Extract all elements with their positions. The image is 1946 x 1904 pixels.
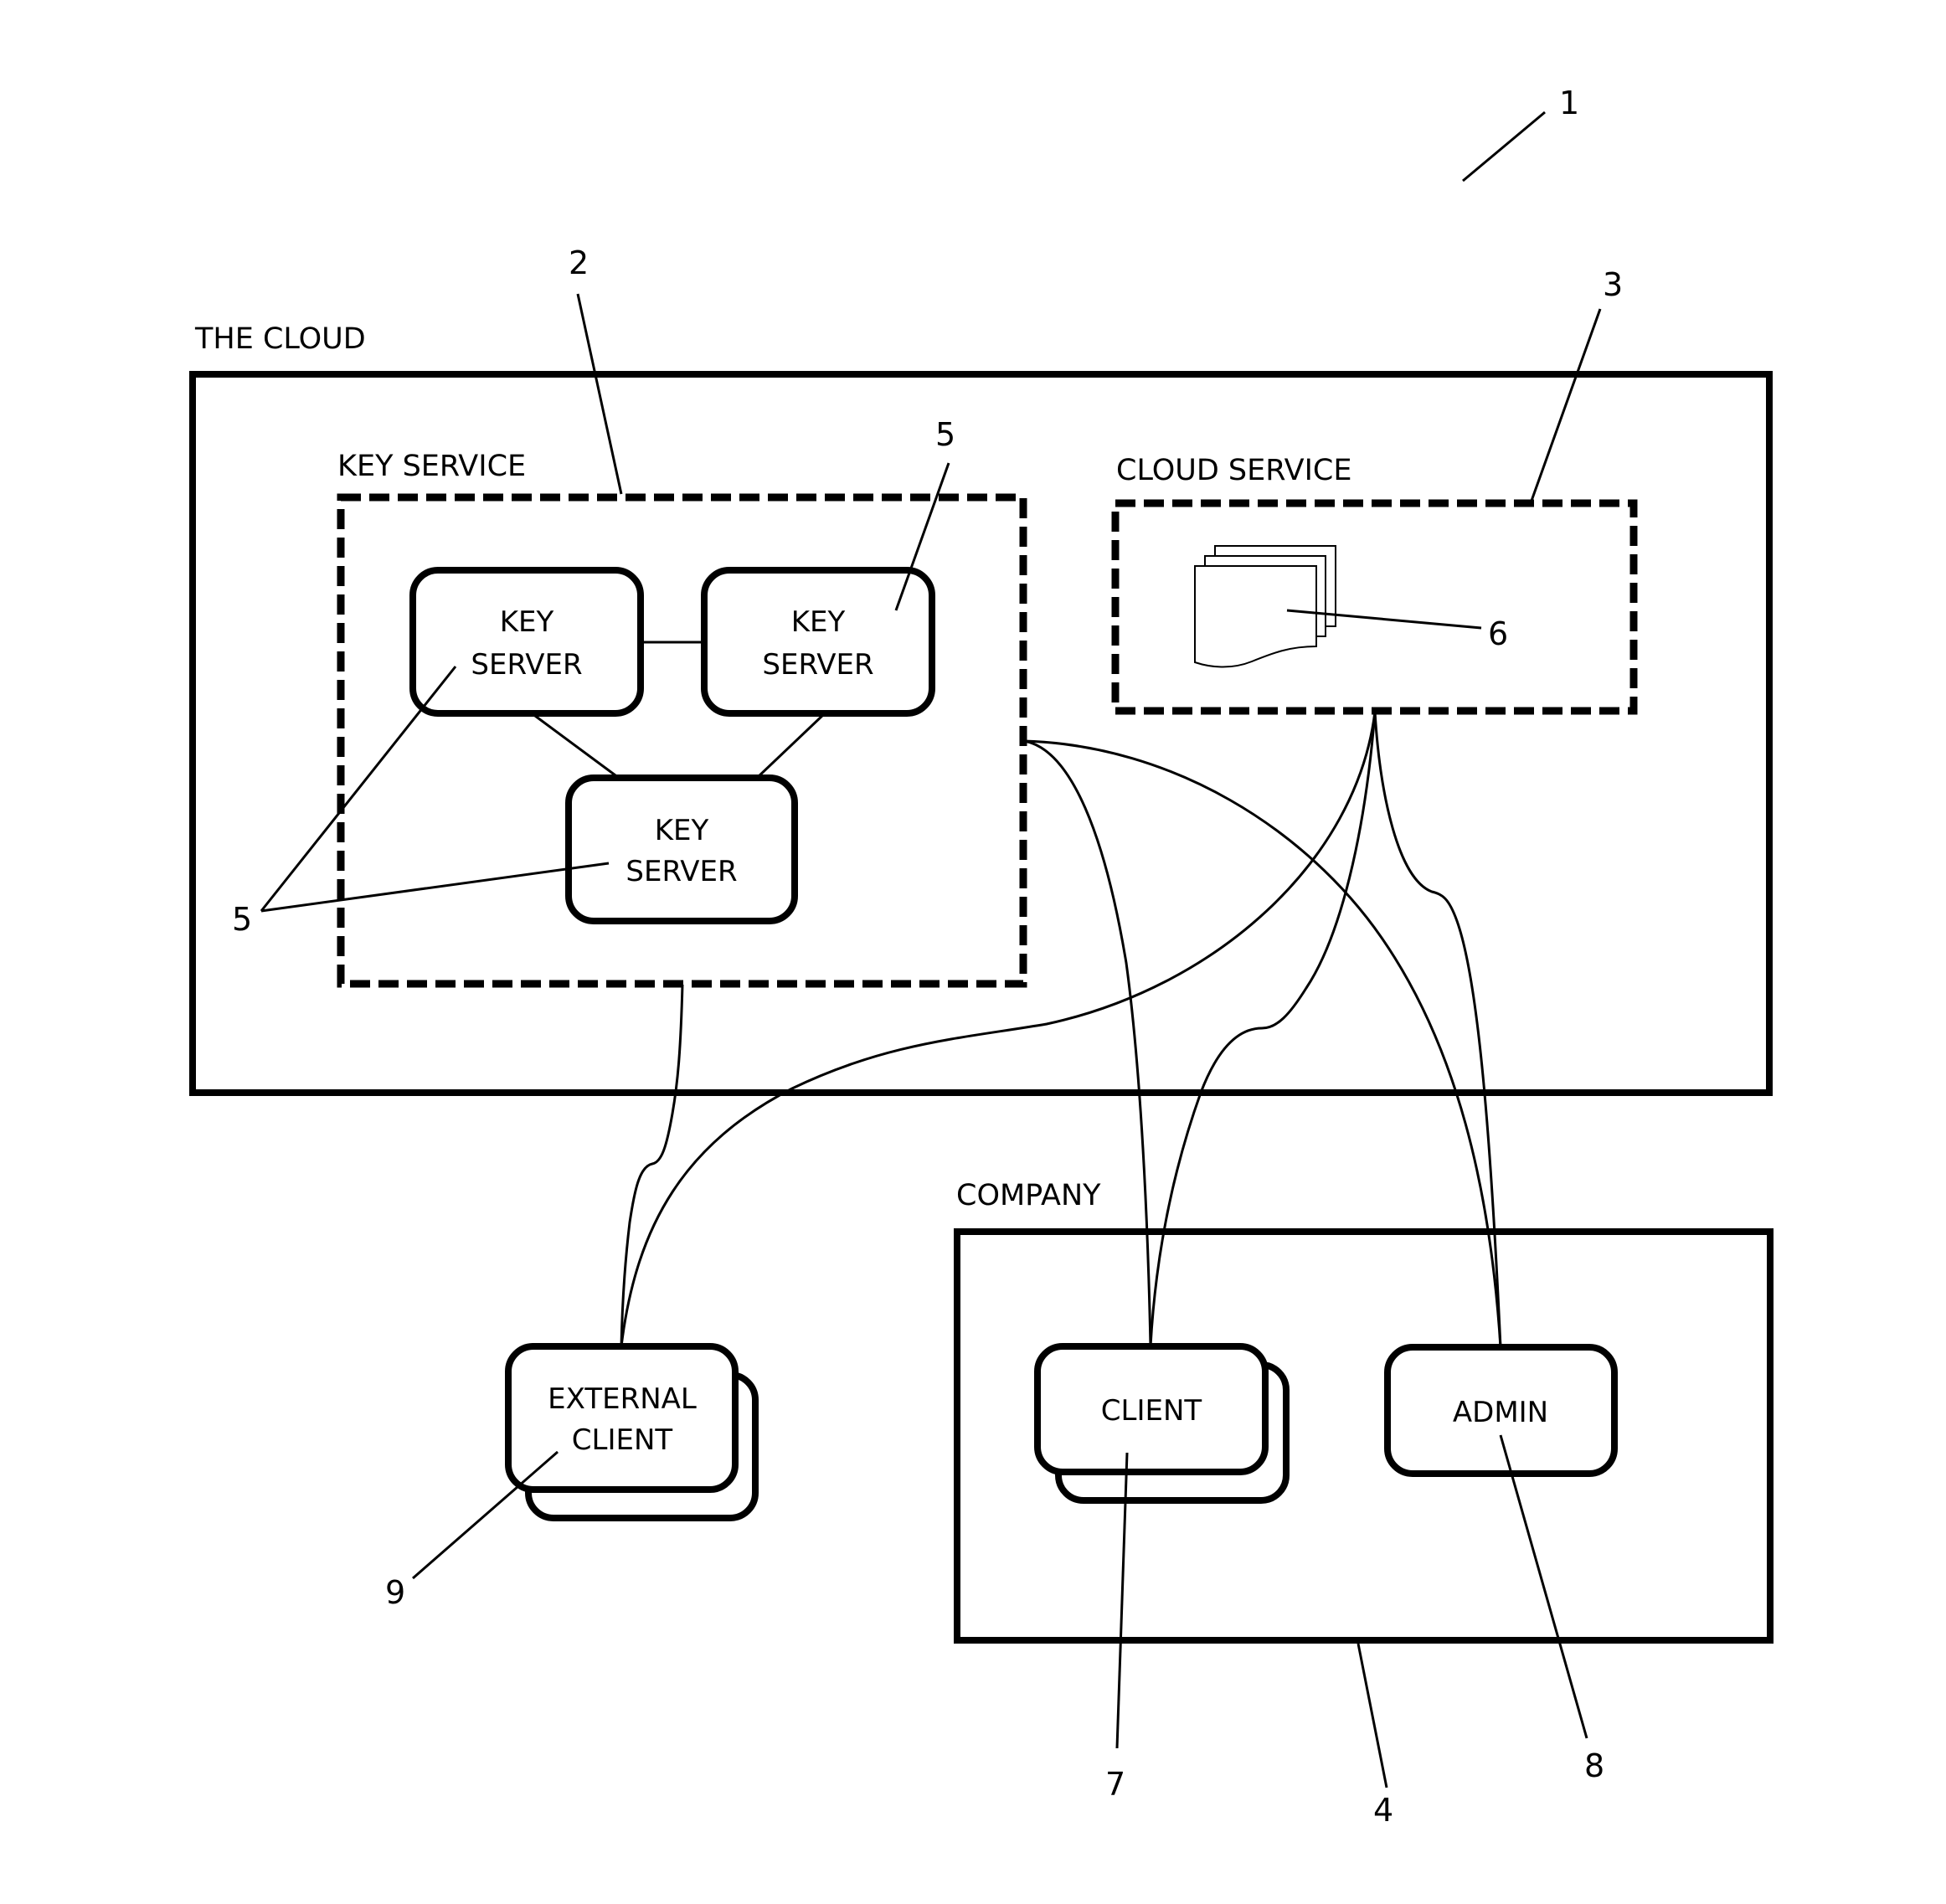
key-server-3-line1: KEY bbox=[655, 814, 709, 847]
connection-cloudservice-admin bbox=[1373, 711, 1502, 1348]
reference-number-4: 4 bbox=[1373, 1792, 1393, 1829]
company-label: COMPANY bbox=[956, 1179, 1101, 1212]
leader-line-2 bbox=[576, 293, 623, 495]
system-diagram: 1 THE CLOUD KEY SERVICE KEY SERVER KEY S… bbox=[189, 85, 1774, 1829]
key-server-3-line2: SERVER bbox=[626, 855, 737, 888]
document-page-1 bbox=[1194, 565, 1317, 668]
client-label: CLIENT bbox=[1101, 1394, 1202, 1428]
reference-number-2: 2 bbox=[569, 244, 589, 281]
key-server-2-box[interactable] bbox=[701, 567, 935, 717]
documents-icon[interactable] bbox=[1194, 545, 1336, 668]
key-service-label: KEY SERVICE bbox=[337, 450, 526, 483]
external-client[interactable]: EXTERNAL CLIENT bbox=[505, 1343, 759, 1521]
reference-4: 4 bbox=[1357, 1643, 1393, 1829]
leader-line-5-left-b bbox=[260, 862, 610, 913]
link-server2-server3 bbox=[755, 712, 826, 780]
key-server-1-line2: SERVER bbox=[471, 648, 582, 682]
key-server-1-box[interactable] bbox=[409, 567, 644, 717]
external-client-box[interactable] bbox=[505, 1343, 739, 1493]
reference-number-9: 9 bbox=[385, 1574, 405, 1611]
key-server-2[interactable]: KEY SERVER bbox=[701, 567, 935, 717]
reference-8: 8 bbox=[1499, 1434, 1604, 1784]
cloud-label: THE CLOUD bbox=[194, 322, 366, 356]
key-server-1-line1: KEY bbox=[500, 605, 554, 639]
admin[interactable]: ADMIN bbox=[1384, 1344, 1618, 1477]
cloud-service-frame bbox=[1111, 499, 1638, 715]
connection-keyservice-client bbox=[1023, 739, 1152, 1347]
key-server-2-line2: SERVER bbox=[762, 648, 873, 682]
reference-7: 7 bbox=[1105, 1452, 1129, 1803]
reference-9: 9 bbox=[385, 1450, 559, 1611]
leader-line-5-left-a bbox=[260, 666, 457, 912]
key-server-1[interactable]: KEY SERVER bbox=[409, 567, 644, 717]
key-server-2-line1: KEY bbox=[791, 605, 846, 639]
reference-number-8: 8 bbox=[1584, 1747, 1604, 1784]
cloud-service-label: CLOUD SERVICE bbox=[1116, 454, 1352, 487]
reference-number-3: 3 bbox=[1603, 266, 1623, 303]
link-server1-server3 bbox=[531, 712, 620, 780]
reference-number-7: 7 bbox=[1105, 1766, 1125, 1803]
reference-2: 2 bbox=[569, 244, 623, 495]
reference-number-6: 6 bbox=[1488, 615, 1508, 652]
cloud-service: CLOUD SERVICE bbox=[1111, 454, 1638, 715]
reference-number-5-top: 5 bbox=[935, 416, 955, 453]
external-client-line2: CLIENT bbox=[572, 1423, 673, 1457]
company-region: COMPANY CLIENT ADMIN bbox=[954, 1179, 1774, 1644]
leader-line-4 bbox=[1357, 1643, 1388, 1788]
key-server-3-box[interactable] bbox=[565, 774, 798, 924]
connection-cloudservice-client bbox=[1149, 711, 1377, 1347]
admin-label: ADMIN bbox=[1453, 1396, 1548, 1429]
external-client-line1: EXTERNAL bbox=[548, 1382, 697, 1416]
reference-number-1: 1 bbox=[1559, 85, 1579, 121]
key-service: KEY SERVICE KEY SERVER KEY SERVER KEY SE… bbox=[337, 450, 1027, 988]
leader-line-1 bbox=[1462, 111, 1546, 183]
reference-number-5-left: 5 bbox=[232, 901, 252, 938]
client[interactable]: CLIENT bbox=[1034, 1343, 1290, 1504]
leader-line-8 bbox=[1499, 1434, 1588, 1739]
reference-3: 3 bbox=[1530, 266, 1623, 502]
reference-1: 1 bbox=[1462, 85, 1579, 183]
leader-line-3 bbox=[1530, 308, 1602, 502]
key-server-3[interactable]: KEY SERVER bbox=[565, 774, 798, 924]
